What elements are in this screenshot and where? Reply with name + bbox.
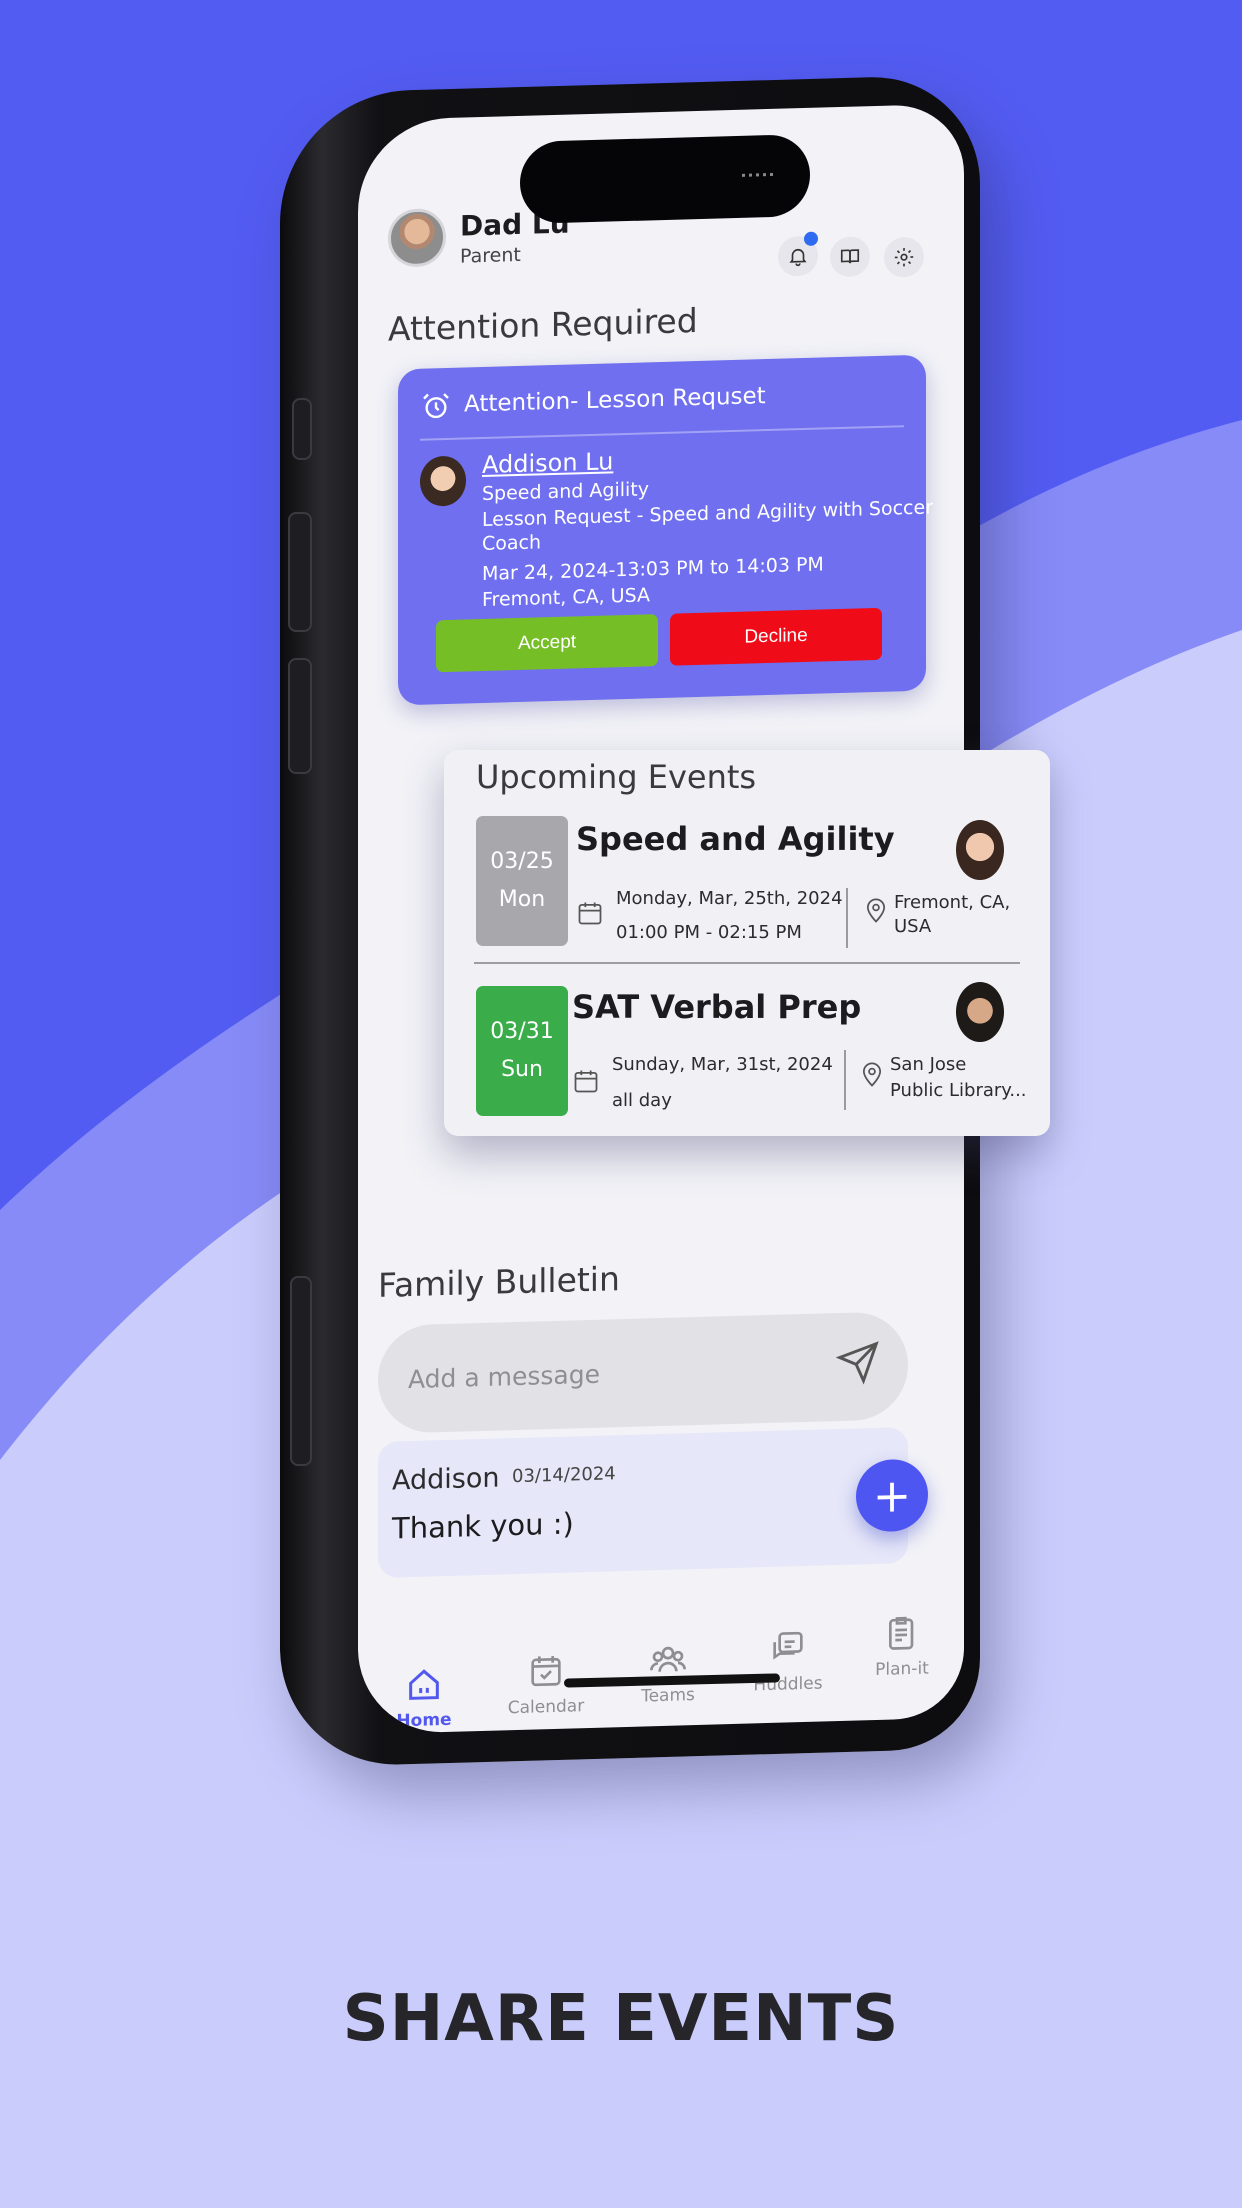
- tab-calendar-label: Calendar: [507, 1696, 585, 1719]
- event-calendar-icon-wrap: [576, 898, 604, 932]
- attention-avatar: [420, 455, 466, 507]
- tab-teams-label: Teams: [641, 1685, 695, 1707]
- settings-button[interactable]: [884, 236, 924, 278]
- phone-volume-up: [288, 512, 312, 632]
- add-post-button[interactable]: +: [856, 1458, 928, 1533]
- event-location-line2: USA: [894, 916, 932, 937]
- message-input[interactable]: Add a message: [378, 1311, 908, 1434]
- dynamic-island: [520, 133, 810, 225]
- user-avatar[interactable]: [388, 208, 446, 268]
- tab-teams[interactable]: Teams: [618, 1638, 718, 1707]
- event-location-line2: Public Library...: [890, 1080, 1027, 1101]
- bulletin-author: Addison: [392, 1462, 500, 1497]
- message-input-placeholder: Add a message: [408, 1359, 600, 1394]
- event-date-long: Monday, Mar, 25th, 2024: [616, 888, 843, 909]
- calendar-icon: [531, 1655, 561, 1687]
- events-section-title: Upcoming Events: [476, 758, 757, 796]
- event-name[interactable]: SAT Verbal Prep: [572, 988, 861, 1026]
- attention-request-line2: Coach: [482, 531, 542, 555]
- teams-icon: [650, 1646, 686, 1672]
- tab-plan-it-label: Plan-it: [875, 1658, 929, 1681]
- phone-side-button: [290, 1276, 312, 1466]
- event-location-icon-wrap: [862, 896, 890, 930]
- bulletin-section-title: Family Bulletin: [378, 1259, 620, 1305]
- event-separator: [846, 888, 848, 948]
- attention-card[interactable]: Attention- Lesson Requset Addison Lu Spe…: [398, 354, 933, 706]
- event-day: Sun: [501, 1057, 543, 1082]
- bell-icon: [789, 248, 807, 267]
- event-calendar-icon-wrap: [572, 1066, 600, 1100]
- home-icon: [409, 1669, 439, 1700]
- event-separator: [844, 1050, 846, 1110]
- event-date: 03/25: [490, 849, 554, 874]
- calendar-icon: [578, 902, 602, 925]
- event-location-line1: San Jose: [890, 1054, 967, 1075]
- gear-icon: [894, 248, 914, 267]
- tab-home-label: Home: [396, 1709, 452, 1732]
- event-location-icon-wrap: [858, 1060, 886, 1094]
- bulletin-message: Thank you :): [392, 1506, 574, 1546]
- tab-bar: Home Calendar Teams Huddles Plan-it: [358, 1606, 964, 1735]
- event-avatar: [956, 820, 1004, 880]
- accept-button[interactable]: Accept: [436, 614, 658, 673]
- location-pin-icon: [862, 1062, 882, 1087]
- book-icon: [840, 249, 860, 264]
- alarm-icon: [423, 393, 449, 419]
- event-avatar: [956, 982, 1004, 1042]
- notification-dot: [804, 231, 818, 247]
- events-divider: [474, 962, 1020, 964]
- event-date: 03/31: [490, 1019, 554, 1044]
- guide-button[interactable]: [830, 236, 870, 278]
- attention-section-title: Attention Required: [388, 300, 698, 349]
- bulletin-item[interactable]: Addison 03/14/2024 Thank you :): [378, 1427, 908, 1578]
- event-location-line1: Fremont, CA,: [894, 892, 1011, 913]
- event-time: 01:00 PM - 02:15 PM: [616, 922, 802, 943]
- phone-volume-down: [288, 658, 312, 774]
- upcoming-events-card: Upcoming Events 03/25 Mon Speed and Agil…: [444, 750, 1050, 1136]
- attention-datetime: Mar 24, 2024-13:03 PM to 14:03 PM: [482, 553, 824, 585]
- location-pin-icon: [866, 898, 886, 923]
- event-date-box[interactable]: 03/31 Sun: [476, 986, 568, 1116]
- decline-button[interactable]: Decline: [670, 607, 882, 666]
- tab-huddles[interactable]: Huddles: [738, 1627, 838, 1696]
- event-day: Mon: [498, 887, 546, 912]
- attention-person-link[interactable]: Addison Lu: [482, 447, 613, 479]
- attention-divider: [420, 425, 904, 441]
- event-time: all day: [612, 1090, 672, 1111]
- event-name[interactable]: Speed and Agility: [576, 820, 895, 858]
- phone-silent-switch: [292, 398, 312, 460]
- tab-home[interactable]: Home: [374, 1663, 474, 1732]
- headline: SHARE EVENTS: [342, 1982, 900, 2056]
- send-icon[interactable]: [836, 1340, 880, 1385]
- attention-activity: Speed and Agility: [482, 478, 649, 505]
- user-role: Parent: [460, 243, 521, 268]
- bulletin-date: 03/14/2024: [512, 1463, 616, 1488]
- attention-location: Fremont, CA, USA: [482, 584, 650, 611]
- huddles-icon: [773, 1631, 803, 1660]
- attention-card-title: Attention- Lesson Requset: [464, 383, 766, 418]
- event-date-long: Sunday, Mar, 31st, 2024: [612, 1054, 833, 1075]
- event-date-box[interactable]: 03/25 Mon: [476, 816, 568, 946]
- tab-plan-it[interactable]: Plan-it: [852, 1612, 952, 1681]
- plan-it-icon: [889, 1616, 914, 1650]
- calendar-icon: [574, 1070, 598, 1093]
